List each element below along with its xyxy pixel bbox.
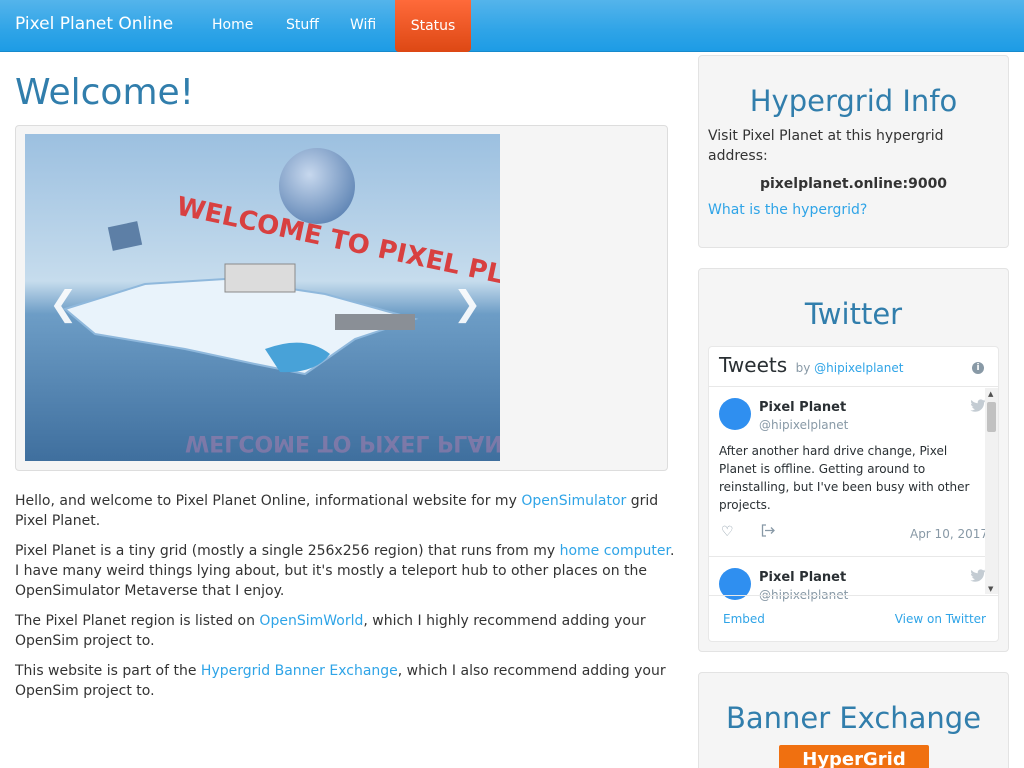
- timeline-title: Tweets: [719, 353, 788, 377]
- what-is-hypergrid-link[interactable]: What is the hypergrid?: [708, 202, 999, 218]
- twitter-bird-icon[interactable]: [970, 399, 986, 413]
- nav-home[interactable]: Home: [212, 17, 253, 33]
- scroll-down-icon[interactable]: ▼: [988, 585, 993, 593]
- tweet-item[interactable]: Pixel Planet @hipixelplanet After anothe…: [709, 387, 998, 557]
- page-title: Welcome!: [15, 72, 195, 113]
- carousel-image: WELCOME TO PIXEL PLANET WELCOME TO PIXEL…: [25, 134, 500, 461]
- timeline-footer: Embed View on Twitter: [709, 595, 998, 641]
- timeline-by: by @hipixelplanet: [795, 361, 904, 375]
- info-icon[interactable]: i: [972, 362, 984, 374]
- nav-stuff[interactable]: Stuff: [286, 17, 319, 33]
- svg-text:WELCOME TO PIXEL PLANET: WELCOME TO PIXEL PLANET: [185, 430, 500, 455]
- opensimworld-link[interactable]: OpenSimWorld: [259, 613, 363, 629]
- scroll-thumb[interactable]: [987, 402, 996, 432]
- site-brand[interactable]: Pixel Planet Online: [15, 14, 173, 34]
- hypergrid-panel: Hypergrid Info Visit Pixel Planet at thi…: [698, 55, 1009, 248]
- hypergrid-description: Visit Pixel Planet at this hypergrid add…: [708, 128, 944, 164]
- timeline-handle-link[interactable]: @hipixelplanet: [814, 361, 903, 375]
- timeline-scrollbar[interactable]: ▲ ▼: [985, 388, 998, 594]
- home-computer-link[interactable]: home computer: [560, 543, 670, 559]
- carousel-next-icon[interactable]: ❯: [453, 284, 482, 324]
- nav-wifi[interactable]: Wifi: [350, 17, 376, 33]
- nav-status[interactable]: Status: [395, 0, 471, 52]
- twitter-panel: Twitter Tweets by @hipixelplanet i Pixel…: [698, 268, 1009, 652]
- embed-link[interactable]: Embed: [723, 612, 765, 626]
- tweet-author-name[interactable]: Pixel Planet: [759, 400, 846, 415]
- hypergrid-title: Hypergrid Info: [749, 84, 958, 118]
- tweet-item[interactable]: Pixel Planet @hipixelplanet: [709, 557, 998, 602]
- intro-paragraph: Hello, and welcome to Pixel Planet Onlin…: [15, 493, 659, 529]
- banner-exchange-panel: Banner Exchange HyperGrid: [698, 672, 1009, 768]
- intro-paragraph: This website is part of the Hypergrid Ba…: [15, 663, 666, 699]
- banner-exchange-title: Banner Exchange: [725, 701, 982, 735]
- carousel-screenshot: WELCOME TO PIXEL PLANET WELCOME TO PIXEL…: [25, 134, 500, 461]
- hypergrid-address: pixelplanet.online:9000: [759, 176, 948, 192]
- tweet-text: After another hard drive change, Pixel P…: [719, 444, 970, 512]
- intro-text: Hello, and welcome to Pixel Planet Onlin…: [15, 491, 675, 711]
- tweet-author-handle[interactable]: @hipixelplanet: [759, 418, 848, 432]
- twitter-timeline: Tweets by @hipixelplanet i Pixel Planet …: [708, 346, 999, 642]
- heart-icon[interactable]: ♡: [721, 524, 734, 540]
- navbar: Pixel Planet Online Home Stuff Wifi Stat…: [0, 0, 1024, 52]
- share-icon[interactable]: [761, 524, 775, 541]
- carousel-container: WELCOME TO PIXEL PLANET WELCOME TO PIXEL…: [15, 125, 668, 471]
- hypergrid-banner[interactable]: HyperGrid: [779, 745, 929, 768]
- intro-paragraph: The Pixel Planet region is listed on Ope…: [15, 613, 646, 649]
- intro-paragraph: Pixel Planet is a tiny grid (mostly a si…: [15, 543, 675, 599]
- twitter-title: Twitter: [804, 297, 903, 331]
- timeline-header: Tweets by @hipixelplanet i: [709, 347, 998, 387]
- avatar[interactable]: [719, 398, 751, 430]
- opensimulator-link[interactable]: OpenSimulator: [521, 493, 626, 509]
- twitter-bird-icon[interactable]: [970, 569, 986, 583]
- scroll-up-icon[interactable]: ▲: [988, 390, 993, 398]
- tweet-date[interactable]: Apr 10, 2017: [910, 527, 988, 541]
- carousel-prev-icon[interactable]: ❮: [49, 284, 78, 324]
- banner-exchange-link[interactable]: Hypergrid Banner Exchange: [201, 663, 398, 679]
- tweet-author-name[interactable]: Pixel Planet: [759, 570, 846, 585]
- view-on-twitter-link[interactable]: View on Twitter: [895, 612, 986, 626]
